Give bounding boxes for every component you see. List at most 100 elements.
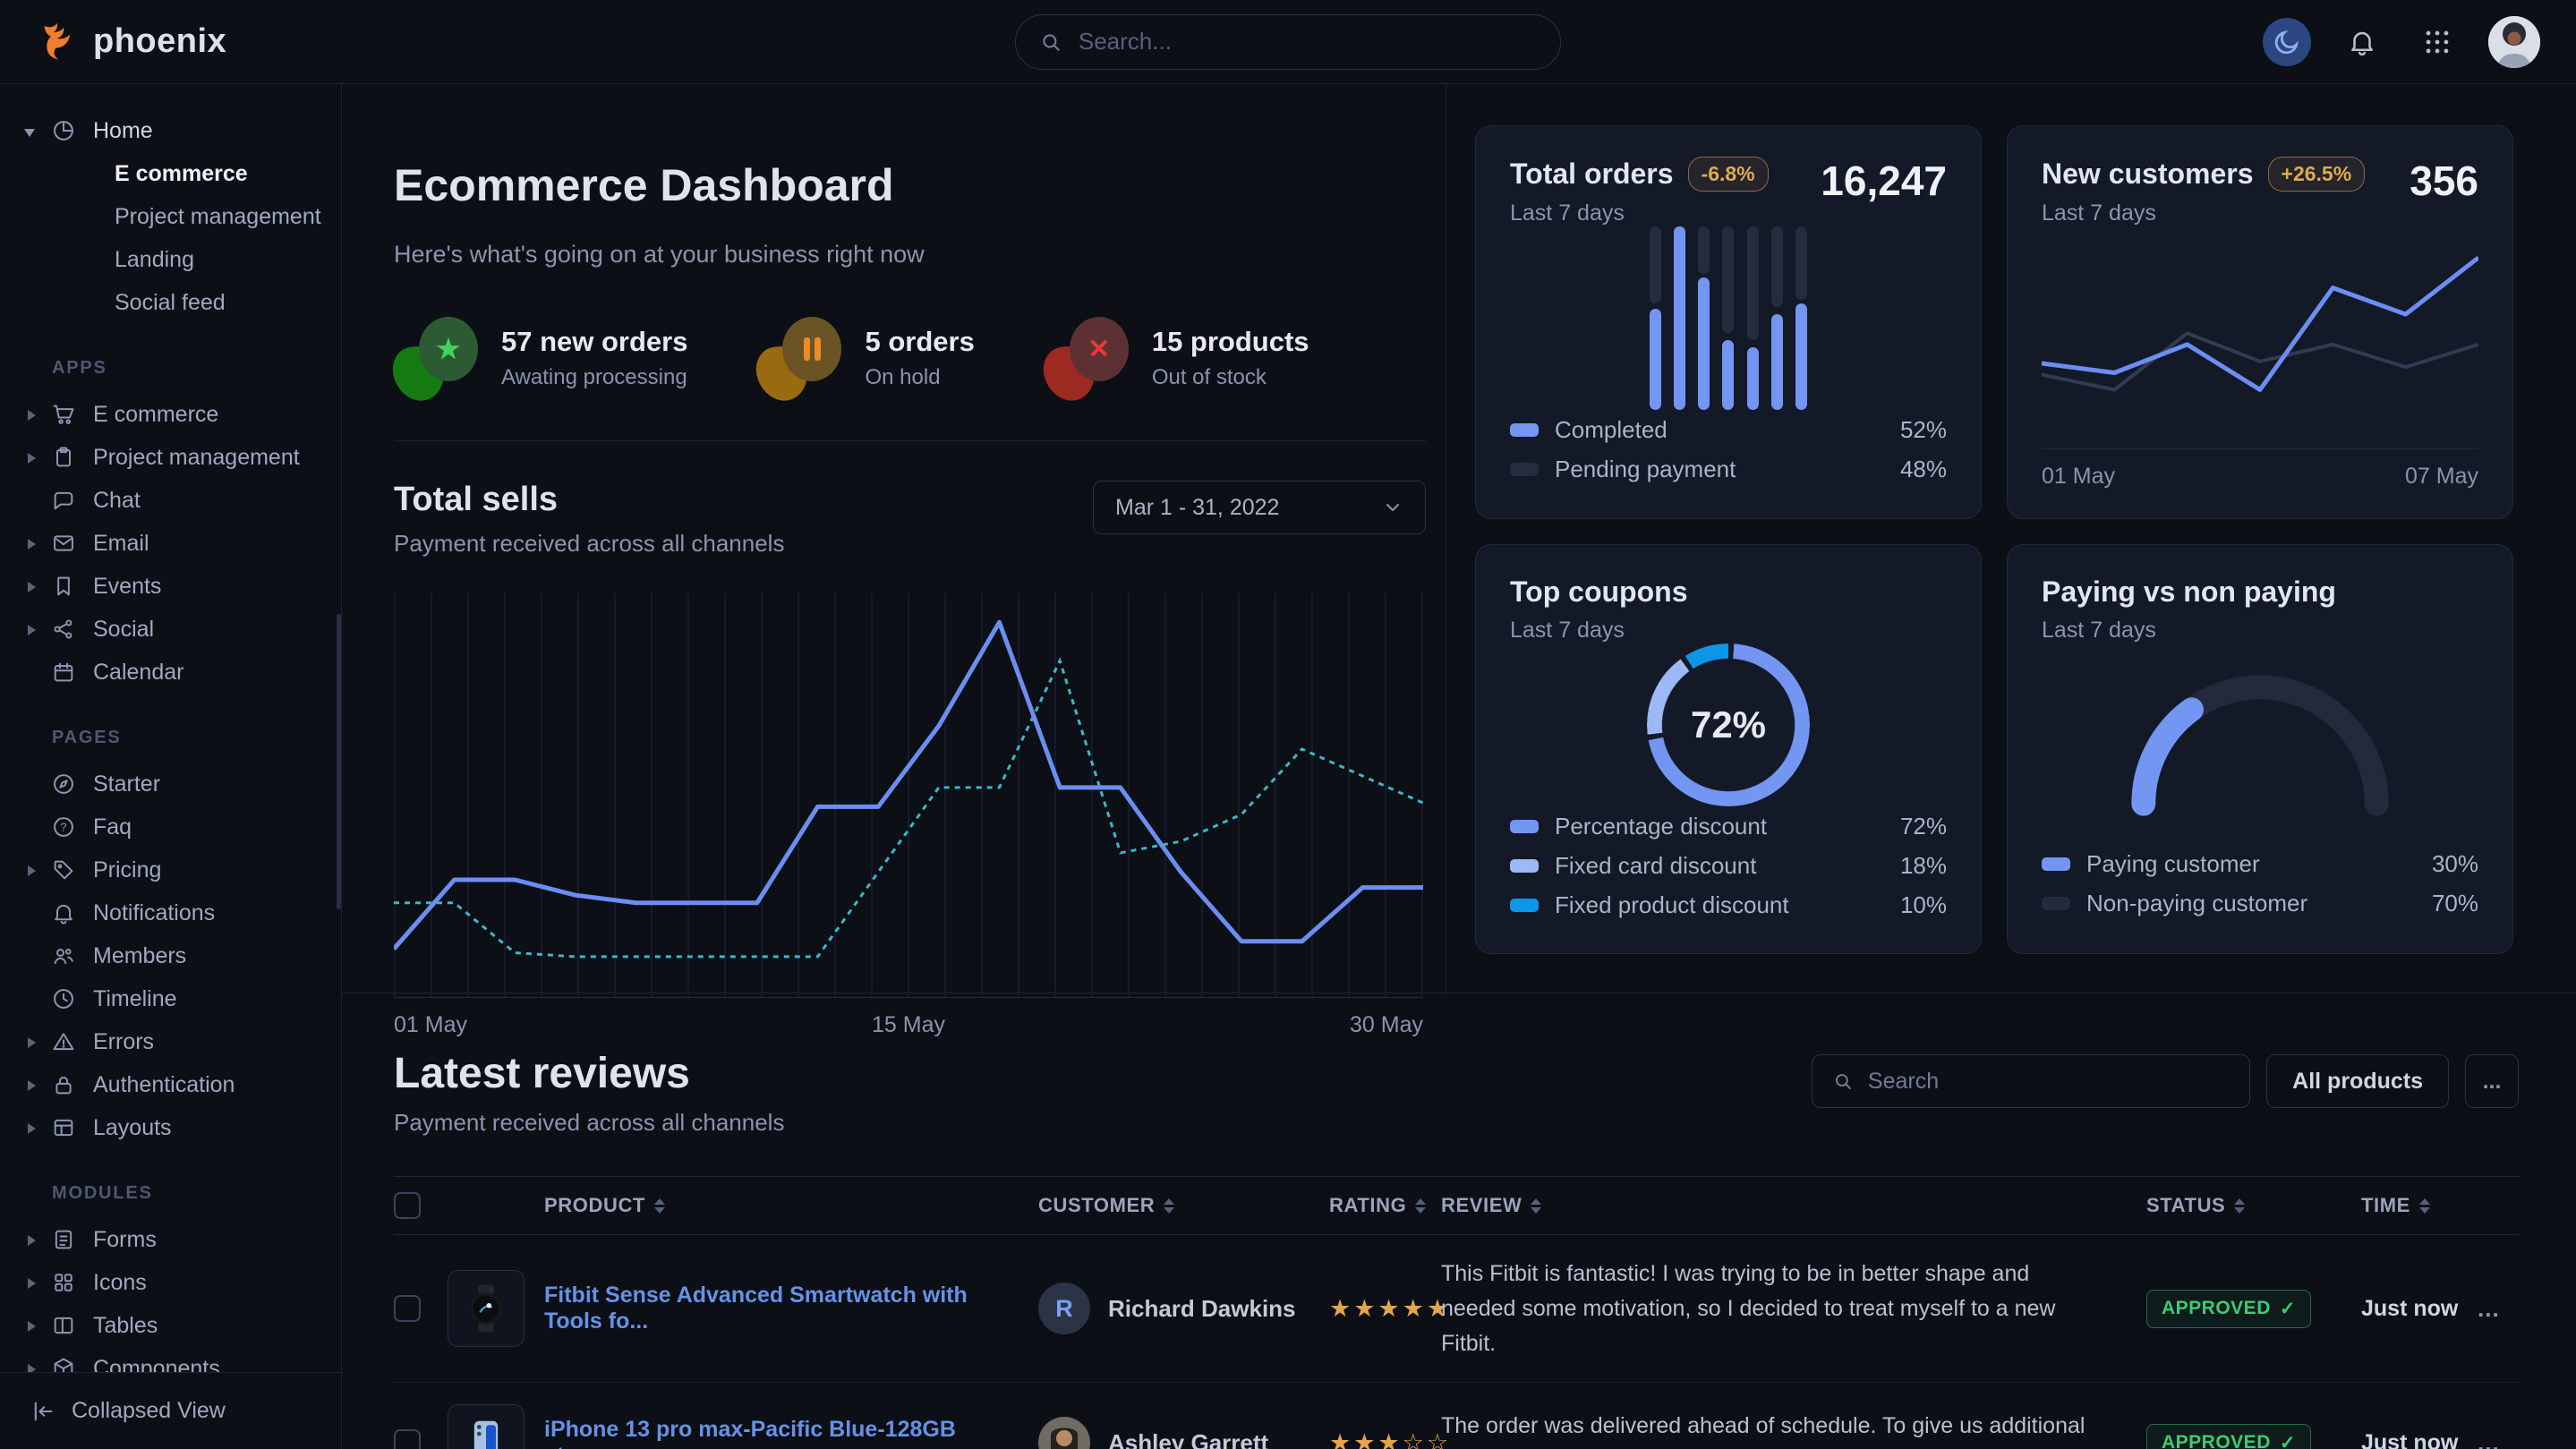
- reviews-search[interactable]: [1812, 1054, 2250, 1108]
- global-search[interactable]: [1015, 14, 1561, 70]
- product-link[interactable]: iPhone 13 pro max-Pacific Blue-128GB sto…: [544, 1417, 1038, 1449]
- sidebar-item-calendar[interactable]: Calendar: [0, 651, 341, 694]
- collapse-label: Collapsed View: [72, 1398, 226, 1424]
- sidebar-item-components[interactable]: Components: [0, 1347, 341, 1372]
- row-more-button[interactable]: ...: [2478, 1429, 2519, 1449]
- sidebar-item-label: Notifications: [93, 900, 215, 926]
- reviews-search-input[interactable]: [1866, 1068, 2230, 1095]
- column-review[interactable]: REVIEW: [1441, 1194, 2146, 1217]
- dark-mode-toggle[interactable]: [2263, 18, 2311, 66]
- date-range-select[interactable]: Mar 1 - 31, 2022: [1093, 481, 1426, 534]
- legend-value: 10%: [1900, 891, 1947, 919]
- orders-bar-chart: [1650, 226, 1807, 410]
- search-input[interactable]: [1077, 27, 1537, 56]
- select-all-checkbox[interactable]: [394, 1192, 421, 1219]
- x-axis-labels: 01 May 07 May: [2042, 448, 2478, 490]
- sidebar-item-ecommerce-home[interactable]: E commerce: [0, 152, 341, 195]
- sidebar-item-starter[interactable]: Starter: [0, 763, 341, 805]
- bell-icon: [50, 899, 77, 926]
- sidebar-item-members[interactable]: Members: [0, 934, 341, 977]
- sidebar-item-pricing[interactable]: Pricing: [0, 848, 341, 891]
- sidebar-item-social[interactable]: Social: [0, 608, 341, 651]
- new-customers-line-chart: [2042, 226, 2478, 432]
- legend-value: 30%: [2432, 850, 2478, 878]
- ecommerce-dashboard-page: phoenix: [0, 0, 2576, 1449]
- more-options-button[interactable]: ...: [2465, 1054, 2519, 1108]
- sidebar-item-project-management[interactable]: Project management: [0, 436, 341, 479]
- row-more-button[interactable]: ...: [2478, 1295, 2519, 1323]
- donut-center-label: 72%: [1647, 644, 1810, 806]
- row-checkbox[interactable]: [394, 1295, 421, 1322]
- users-icon: [50, 942, 77, 969]
- sidebar-item-label: Home: [93, 118, 153, 144]
- chevron-right-icon: [23, 1318, 38, 1333]
- sidebar-item-faq[interactable]: ? Faq: [0, 805, 341, 848]
- sidebar-item-label: Social: [93, 617, 154, 643]
- sidebar-item-landing[interactable]: Landing: [0, 238, 341, 281]
- notifications-button[interactable]: [2338, 18, 2386, 66]
- sidebar-item-chat[interactable]: Chat: [0, 479, 341, 522]
- sidebar: Home E commerce Project management Landi…: [0, 84, 342, 1449]
- sidebar-item-layouts[interactable]: Layouts: [0, 1106, 341, 1149]
- sidebar-item-forms[interactable]: Forms: [0, 1218, 341, 1261]
- user-avatar[interactable]: [2488, 16, 2540, 68]
- check-icon: ✓: [2280, 1298, 2296, 1320]
- sidebar-item-authentication[interactable]: Authentication: [0, 1063, 341, 1106]
- sidebar-item-tables[interactable]: Tables: [0, 1304, 341, 1347]
- column-product[interactable]: PRODUCT: [544, 1194, 1038, 1217]
- envelope-icon: [50, 530, 77, 557]
- sort-icon: [2419, 1198, 2430, 1214]
- cart-icon: [50, 401, 77, 428]
- sidebar-item-home[interactable]: Home: [0, 109, 341, 152]
- sidebar-item-label: Timeline: [93, 986, 177, 1012]
- sidebar-item-label: Faq: [93, 814, 132, 840]
- sidebar-item-social-feed[interactable]: Social feed: [0, 281, 341, 324]
- sidebar-item-label: E commerce: [115, 161, 248, 187]
- share-nodes-icon: [50, 616, 77, 643]
- sidebar-item-ecommerce[interactable]: E commerce: [0, 393, 341, 436]
- legend-pending: Pending payment 48%: [1510, 449, 1947, 489]
- sidebar-item-label: Forms: [93, 1227, 157, 1253]
- stats-row: ★ 57 new orders Awating processing: [394, 315, 1426, 441]
- sidebar-item-label: Members: [93, 943, 186, 969]
- legend-label: Pending payment: [1555, 456, 1736, 483]
- column-status[interactable]: STATUS: [2146, 1194, 2361, 1217]
- sidebar-item-events[interactable]: Events: [0, 565, 341, 608]
- customer-name: Richard Dawkins: [1108, 1295, 1296, 1323]
- sidebar-item-email[interactable]: Email: [0, 522, 341, 565]
- product-thumbnail[interactable]: [448, 1404, 525, 1449]
- clock-icon: [50, 985, 77, 1012]
- column-customer[interactable]: CUSTOMER: [1038, 1194, 1329, 1217]
- legend-swatch: [1510, 899, 1539, 912]
- sidebar-item-icons[interactable]: Icons: [0, 1261, 341, 1304]
- all-products-button[interactable]: All products: [2266, 1054, 2449, 1108]
- brand-logo[interactable]: phoenix: [34, 19, 226, 65]
- card-period: Last 7 days: [1510, 618, 1687, 644]
- sort-icon: [2234, 1198, 2245, 1214]
- reviews-title: Latest reviews: [394, 1049, 784, 1098]
- date-range-value: Mar 1 - 31, 2022: [1115, 495, 1279, 521]
- total-sells-chart: 01 May 15 May 30 May: [394, 593, 1426, 1038]
- sidebar-item-label: Starter: [93, 771, 160, 797]
- table-icon: [50, 1312, 77, 1339]
- column-time[interactable]: TIME: [2361, 1194, 2478, 1217]
- row-checkbox[interactable]: [394, 1429, 421, 1449]
- sidebar-nav: Home E commerce Project management Landi…: [0, 84, 341, 1372]
- topbar-actions: [2263, 16, 2540, 68]
- total-sells-line-chart: [394, 593, 1423, 997]
- column-rating[interactable]: RATING: [1329, 1194, 1441, 1217]
- product-thumbnail[interactable]: [448, 1270, 525, 1347]
- collapse-sidebar-button[interactable]: Collapsed View: [0, 1372, 341, 1449]
- sidebar-item-errors[interactable]: Errors: [0, 1020, 341, 1063]
- card-title: Top coupons: [1510, 575, 1687, 609]
- sidebar-item-notifications[interactable]: Notifications: [0, 891, 341, 934]
- sidebar-item-project-management-home[interactable]: Project management: [0, 195, 341, 238]
- sidebar-item-timeline[interactable]: Timeline: [0, 977, 341, 1020]
- sidebar-scrollbar[interactable]: [337, 614, 341, 909]
- bookmark-icon: [50, 573, 77, 600]
- sidebar-item-label: Icons: [93, 1270, 147, 1296]
- clipboard-icon: [50, 444, 77, 471]
- apps-grid-button[interactable]: [2413, 18, 2461, 66]
- customer-name: Ashley Garrett: [1108, 1429, 1268, 1449]
- product-link[interactable]: Fitbit Sense Advanced Smartwatch with To…: [544, 1283, 1038, 1334]
